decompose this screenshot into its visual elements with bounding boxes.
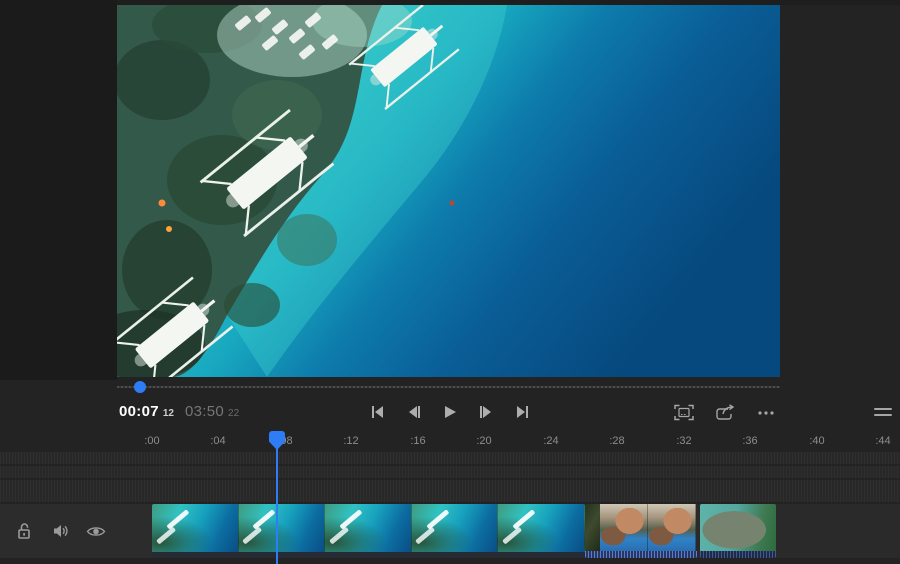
left-spacer-panel [0,0,117,380]
skip-to-end-icon [514,405,530,419]
preview-tools [672,400,778,424]
step-forward-button[interactable] [474,400,498,424]
forest-thumbnail [585,504,600,551]
clip-island[interactable] [700,504,776,558]
sea-thumbnail [325,504,412,552]
timeline-track [0,504,900,558]
ruler-tick: :00 [130,435,174,447]
timecode-display: 00:07 12 03:50 22 [119,403,239,420]
share-button[interactable] [713,400,737,424]
speaker-icon [51,522,69,540]
video-editor-window: 00:07 12 03:50 22 [0,0,900,564]
duration-time: 03:50 [185,403,224,420]
timeline-lane [0,466,900,478]
clip-aerial-sea[interactable] [152,504,585,558]
current-frames: 12 [163,408,174,419]
clip-audio-strip [152,552,585,558]
ruler-tick: :16 [396,435,440,447]
track-visibility-button[interactable] [85,520,107,542]
ruler-tick: :28 [595,435,639,447]
sea-thumbnail [412,504,499,552]
video-preview[interactable] [117,5,780,377]
track-audio-button[interactable] [49,520,71,542]
unlock-icon [15,522,33,540]
ruler-tick: :24 [529,435,573,447]
timeline-lane [0,480,900,502]
skip-to-end-button[interactable] [510,400,534,424]
video-frame-graphic [117,5,780,377]
sea-thumbnail [498,504,585,552]
track-header [0,504,152,558]
current-time: 00:07 [119,403,159,420]
ruler-tick: :32 [662,435,706,447]
ruler-tick: :12 [329,435,373,447]
panel-menu-icon [874,408,892,410]
transport-controls [366,400,534,424]
audio-waveform [585,551,697,558]
fullscreen-icon [674,404,694,421]
sea-thumbnail [152,504,239,552]
sea-thumbnail [239,504,326,552]
play-button[interactable] [438,400,462,424]
timeline-lane [0,452,900,464]
panel-menu-button[interactable] [874,405,892,419]
island-thumbnail [700,504,776,551]
playhead-line [276,448,278,564]
clip-thumbnails [585,504,697,551]
ruler-tick: :20 [462,435,506,447]
skip-to-start-icon [370,405,386,419]
ruler-tick: :04 [196,435,240,447]
ruler-tick: :36 [728,435,772,447]
fullscreen-button[interactable] [672,400,696,424]
step-forward-icon [478,405,494,419]
preview-scrubber-track[interactable] [117,386,780,388]
track-lock-button[interactable] [13,520,35,542]
clip-thumbnails [152,504,585,552]
more-options-button[interactable] [754,400,778,424]
preview-scrubber-handle[interactable] [134,381,146,393]
more-options-icon [756,404,776,421]
share-icon [715,404,735,421]
timeline-ruler[interactable]: :00 :04 :08 :12 :16 :20 :24 :28 :32 :36 … [0,431,900,452]
clip-selfie[interactable] [585,504,697,558]
skip-to-start-button[interactable] [366,400,390,424]
audio-waveform [700,551,776,558]
ruler-tick: :44 [861,435,900,447]
play-icon [442,405,458,419]
step-back-icon [406,405,422,419]
step-back-button[interactable] [402,400,426,424]
selfie-thumbnail [648,504,696,551]
selfie-thumbnail [600,504,648,551]
ruler-tick: :40 [795,435,839,447]
duration-frames: 22 [228,408,239,419]
eye-icon [86,524,106,539]
